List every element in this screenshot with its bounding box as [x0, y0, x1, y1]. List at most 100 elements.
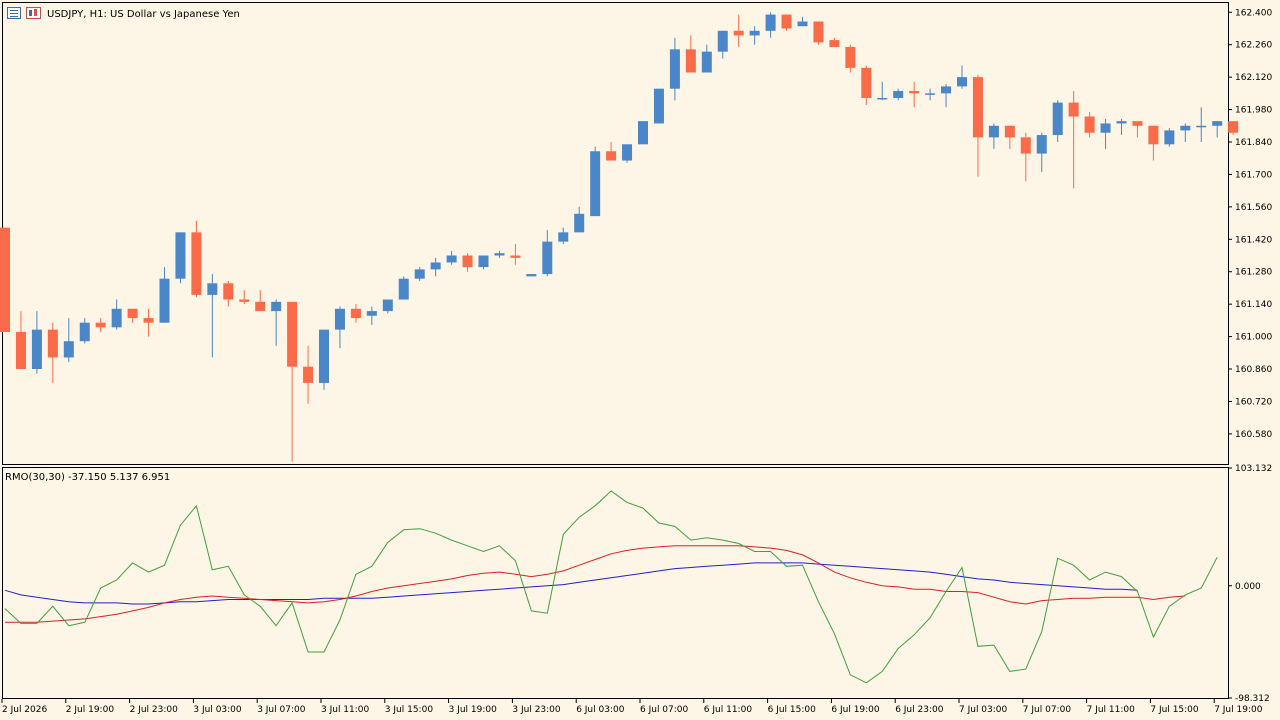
candle-body — [159, 278, 170, 323]
time-tick-label: 6 Jul 03:00 — [576, 705, 625, 715]
price-tick-label: 160.860 — [1235, 365, 1272, 375]
time-tick-label: 7 Jul 19:00 — [1214, 705, 1263, 715]
price-tick-label: 162.120 — [1235, 73, 1272, 83]
candle-body — [350, 308, 361, 319]
candle-body — [446, 255, 457, 263]
candle-body — [143, 318, 154, 323]
time-tick-label: 6 Jul 07:00 — [640, 705, 689, 715]
window-list-icon[interactable] — [7, 7, 21, 19]
candle-body — [893, 91, 904, 98]
candle-body — [972, 77, 983, 138]
price-panel[interactable] — [2, 2, 1229, 465]
time-tick-label: 7 Jul 11:00 — [1087, 705, 1136, 715]
candle — [813, 21, 824, 45]
time-tick-label: 7 Jul 07:00 — [1023, 705, 1072, 715]
time-tick-label: 3 Jul 23:00 — [512, 705, 561, 715]
candle-body — [462, 255, 473, 268]
candle-body — [749, 30, 760, 36]
candle-body — [223, 283, 234, 300]
indicator-axis: 103.132 0.000 -98.312 — [1228, 464, 1272, 704]
candle-body — [287, 301, 298, 367]
candle-body — [95, 322, 106, 328]
time-axis: 2 Jul 2026 2 Jul 19:00 2 Jul 23:00 3 Jul 03… — [1, 699, 1263, 715]
candle-body — [1116, 121, 1127, 124]
candle-body — [558, 232, 569, 242]
candle-body — [685, 49, 696, 73]
price-tick-label: 161.280 — [1235, 268, 1272, 278]
candle — [638, 121, 648, 145]
candle-body — [653, 88, 664, 124]
candle-body — [494, 253, 505, 256]
candle-body — [1180, 125, 1191, 131]
price-tick-label: 160.720 — [1235, 397, 1272, 407]
indicator-tick-label: -98.312 — [1235, 694, 1270, 704]
candle-body — [925, 93, 936, 95]
time-tick-label: 6 Jul 11:00 — [704, 705, 753, 715]
price-tick-label: 161.980 — [1235, 106, 1272, 116]
candle — [653, 88, 664, 124]
price-tick-label: 161.420 — [1235, 235, 1272, 245]
candle-body — [271, 301, 282, 312]
indicator-panel[interactable] — [2, 467, 1229, 699]
candle-body — [638, 121, 648, 145]
candle-body — [829, 40, 840, 48]
candle-body — [334, 308, 345, 330]
candle-body — [574, 213, 585, 233]
candle-body — [47, 329, 58, 358]
candle-body — [1228, 121, 1239, 133]
price-axis: 162.400 162.260 162.120 161.980 161.840 161.7… — [1228, 8, 1272, 440]
candle-body — [1068, 102, 1079, 117]
price-tick-label: 160.580 — [1235, 430, 1272, 440]
time-tick-label: 2 Jul 23:00 — [130, 705, 179, 715]
price-tick-label: 161.560 — [1235, 203, 1272, 213]
candle-body — [606, 151, 617, 161]
chart-canvas[interactable]: 162.400 162.260 162.120 161.980 161.840 161.7… — [0, 0, 1280, 720]
time-tick-label: 3 Jul 19:00 — [449, 705, 498, 715]
candle-body — [127, 308, 138, 319]
chart-type-icon[interactable] — [26, 7, 41, 19]
candle-body — [526, 274, 537, 277]
candle-body — [733, 30, 744, 36]
candle — [1228, 121, 1239, 136]
candle-body — [941, 86, 952, 94]
candle-body — [1036, 135, 1047, 154]
candle-body — [366, 311, 377, 316]
candle-body — [1084, 116, 1095, 133]
candle-body — [845, 47, 856, 68]
candle-body — [781, 14, 792, 29]
indicator-title: RMO(30,30) -37.150 5.137 6.951 — [5, 472, 170, 483]
candle — [175, 232, 186, 284]
candle-body — [1196, 125, 1207, 128]
candle-body — [31, 329, 42, 370]
candle-body — [909, 91, 920, 94]
symbol-title: USDJPY, H1: US Dollar vs Japanese Yen — [47, 9, 240, 20]
price-tick-label: 161.000 — [1235, 333, 1272, 343]
time-tick-label: 3 Jul 03:00 — [193, 705, 242, 715]
time-tick-label: 6 Jul 15:00 — [768, 705, 817, 715]
candle-body — [15, 331, 26, 370]
candle-body — [303, 366, 314, 383]
candle-body — [430, 262, 441, 270]
time-tick-label: 3 Jul 07:00 — [257, 705, 306, 715]
candle — [622, 144, 633, 163]
candle-body — [1148, 125, 1159, 145]
candle-body — [239, 299, 250, 302]
time-tick-label: 6 Jul 19:00 — [831, 705, 880, 715]
candle-body — [414, 269, 425, 279]
price-tick-label: 162.400 — [1235, 8, 1272, 18]
candle-body — [1004, 125, 1015, 138]
candle-body — [1164, 130, 1175, 145]
candle-body — [0, 227, 10, 332]
candle — [590, 146, 601, 217]
candle-body — [717, 30, 728, 52]
candle-body — [877, 97, 888, 100]
time-tick-label: 7 Jul 15:00 — [1150, 705, 1199, 715]
time-tick-label: 3 Jul 15:00 — [385, 705, 434, 715]
candle-body — [1132, 121, 1143, 126]
candle-body — [701, 51, 712, 73]
candle-body — [255, 301, 266, 312]
candle-body — [590, 151, 601, 217]
time-tick-label: 2 Jul 2026 — [2, 705, 47, 715]
candle — [398, 276, 409, 300]
candle-body — [63, 341, 74, 358]
